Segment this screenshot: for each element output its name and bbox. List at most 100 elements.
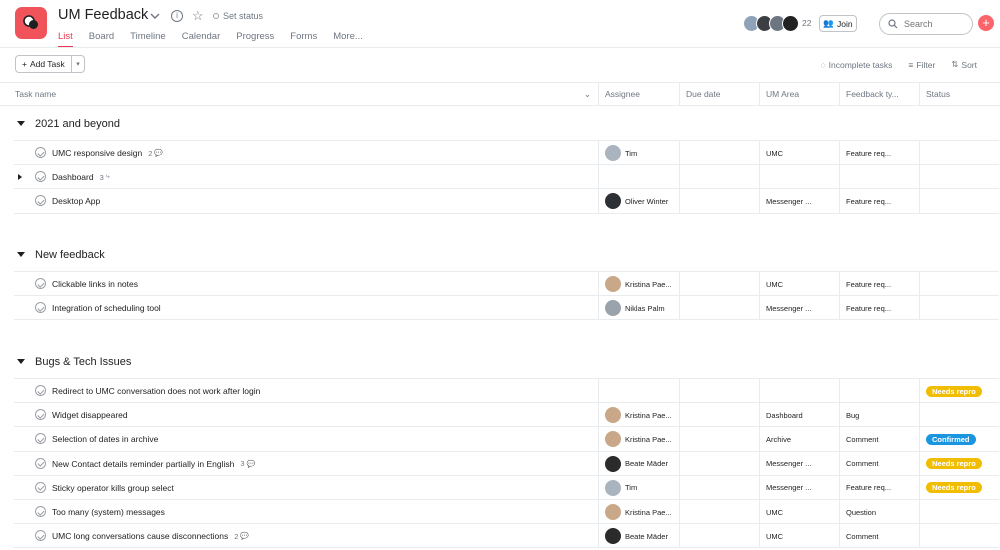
feedback-type-cell[interactable]: Feature req... <box>839 296 919 321</box>
due-date-cell[interactable] <box>679 165 759 190</box>
due-date-cell[interactable] <box>679 296 759 321</box>
status-cell[interactable] <box>919 272 999 296</box>
member-avatars[interactable] <box>743 15 799 32</box>
status-cell[interactable] <box>919 165 999 190</box>
task-name-cell[interactable]: Widget disappeared <box>14 403 598 427</box>
feedback-type-cell[interactable]: Feature req... <box>839 141 919 165</box>
complete-check-icon[interactable] <box>35 302 46 314</box>
assignee-cell[interactable]: Kristina Pae... <box>598 272 679 296</box>
add-icon[interactable]: + <box>978 15 994 31</box>
table-row[interactable]: Integration of scheduling tool Niklas Pal… <box>14 295 999 321</box>
search-box[interactable] <box>879 13 973 35</box>
task-name[interactable]: Integration of scheduling tool <box>52 303 161 313</box>
section-header[interactable]: Bugs & Tech Issues <box>0 348 1000 378</box>
table-row[interactable]: Dashboard 3 ⤷ <box>14 164 999 190</box>
expand-subtasks-icon[interactable] <box>18 174 22 181</box>
status-cell[interactable] <box>919 189 999 214</box>
complete-check-icon[interactable] <box>35 506 46 517</box>
um-area-cell[interactable]: Dashboard <box>759 403 839 428</box>
status-cell[interactable] <box>919 141 999 165</box>
feedback-type-cell[interactable] <box>839 165 919 190</box>
tab-board[interactable]: Board <box>89 31 114 48</box>
feedback-type-cell[interactable]: Comment <box>839 427 919 452</box>
feedback-type-cell[interactable]: Comment <box>839 451 919 476</box>
status-cell[interactable] <box>919 296 999 321</box>
project-icon[interactable] <box>15 7 47 39</box>
tab-calendar[interactable]: Calendar <box>182 31 221 48</box>
um-area-cell[interactable]: Messenger ... <box>759 451 839 476</box>
task-name-cell[interactable]: UMC long conversations cause disconnecti… <box>14 524 598 548</box>
complete-check-icon[interactable] <box>35 171 46 183</box>
task-name[interactable]: Selection of dates in archive <box>52 434 158 444</box>
um-area-cell[interactable] <box>759 379 839 403</box>
due-date-cell[interactable] <box>679 427 759 452</box>
um-area-cell[interactable]: UMC <box>759 272 839 296</box>
tab-timeline[interactable]: Timeline <box>130 31 166 48</box>
incomplete-tasks-button[interactable]: ◌ Incomplete tasks <box>821 59 893 70</box>
assignee-cell[interactable]: Kristina Pae... <box>598 500 679 524</box>
due-date-cell[interactable] <box>679 141 759 165</box>
task-name[interactable]: Redirect to UMC conversation does not wo… <box>52 386 260 396</box>
due-date-cell[interactable] <box>679 475 759 500</box>
table-row[interactable]: Selection of dates in archive Kristina Pa… <box>14 426 999 452</box>
um-area-cell[interactable]: UMC <box>759 524 839 549</box>
um-area-cell[interactable]: UMC <box>759 141 839 165</box>
feedback-type-cell[interactable]: Feature req... <box>839 475 919 500</box>
column-status[interactable]: Status <box>919 83 999 106</box>
table-row[interactable]: Redirect to UMC conversation does not wo… <box>14 378 999 403</box>
complete-check-icon[interactable] <box>35 385 46 396</box>
collapse-icon[interactable] <box>17 359 25 364</box>
column-feedback-type[interactable]: Feedback ty... <box>839 83 919 106</box>
task-name[interactable]: UMC long conversations cause disconnecti… <box>52 531 228 541</box>
comment-count[interactable]: 2 💬 <box>148 149 163 158</box>
task-name-cell[interactable]: Integration of scheduling tool <box>14 296 598 320</box>
due-date-cell[interactable] <box>679 500 759 524</box>
table-row[interactable]: UMC long conversations cause disconnecti… <box>14 523 999 549</box>
collapse-icon[interactable] <box>17 121 25 126</box>
um-area-cell[interactable]: Messenger ... <box>759 189 839 214</box>
assignee-cell[interactable] <box>598 165 679 190</box>
task-name[interactable]: Widget disappeared <box>52 410 128 420</box>
task-name-cell[interactable]: Redirect to UMC conversation does not wo… <box>14 379 598 403</box>
um-area-cell[interactable] <box>759 165 839 190</box>
um-area-cell[interactable]: Archive <box>759 427 839 452</box>
task-name[interactable]: Clickable links in notes <box>52 279 138 289</box>
um-area-cell[interactable]: Messenger ... <box>759 475 839 500</box>
comment-count[interactable]: 3 💬 <box>240 459 255 468</box>
task-name-cell[interactable]: Selection of dates in archive <box>14 427 598 451</box>
assignee-cell[interactable]: Tim <box>598 141 679 165</box>
due-date-cell[interactable] <box>679 189 759 214</box>
status-cell[interactable]: Needs repro <box>919 475 999 500</box>
feedback-type-cell[interactable]: Feature req... <box>839 272 919 296</box>
table-row[interactable]: Clickable links in notes Kristina Pae... U… <box>14 271 999 296</box>
assignee-cell[interactable]: Tim <box>598 475 679 500</box>
set-status-button[interactable]: Set status <box>213 11 263 21</box>
complete-check-icon[interactable] <box>35 530 46 542</box>
chevron-down-icon[interactable]: ⌄ <box>584 83 591 106</box>
task-name-cell[interactable]: Desktop App <box>14 189 598 213</box>
task-name-cell[interactable]: Clickable links in notes <box>14 272 598 296</box>
task-name-cell[interactable]: New Contact details reminder partially i… <box>14 452 598 476</box>
feedback-type-cell[interactable]: Question <box>839 500 919 524</box>
tab-forms[interactable]: Forms <box>290 31 317 48</box>
comment-count[interactable]: 2 💬 <box>234 532 249 541</box>
task-name[interactable]: Desktop App <box>52 196 100 206</box>
task-name-cell[interactable]: UMC responsive design 2 💬 <box>14 141 598 165</box>
subtask-count[interactable]: 3 ⤷ <box>100 173 110 182</box>
info-icon[interactable]: i <box>171 10 183 22</box>
tab-progress[interactable]: Progress <box>236 31 274 48</box>
assignee-cell[interactable]: Beate Mäder <box>598 524 679 549</box>
sort-button[interactable]: ⇅ Sort <box>951 59 977 70</box>
task-name[interactable]: New Contact details reminder partially i… <box>52 459 234 469</box>
task-name[interactable]: Dashboard <box>52 172 94 182</box>
due-date-cell[interactable] <box>679 451 759 476</box>
chevron-down-icon[interactable] <box>150 11 160 21</box>
table-row[interactable]: Sticky operator kills group select Tim Mes… <box>14 474 999 500</box>
feedback-type-cell[interactable]: Comment <box>839 524 919 549</box>
complete-check-icon[interactable] <box>35 409 46 421</box>
search-input[interactable] <box>904 19 964 29</box>
assignee-cell[interactable]: Beate Mäder <box>598 451 679 476</box>
project-title[interactable]: UM Feedback <box>58 7 148 23</box>
star-icon[interactable]: ☆ <box>192 8 204 24</box>
status-cell[interactable]: Needs repro <box>919 451 999 476</box>
